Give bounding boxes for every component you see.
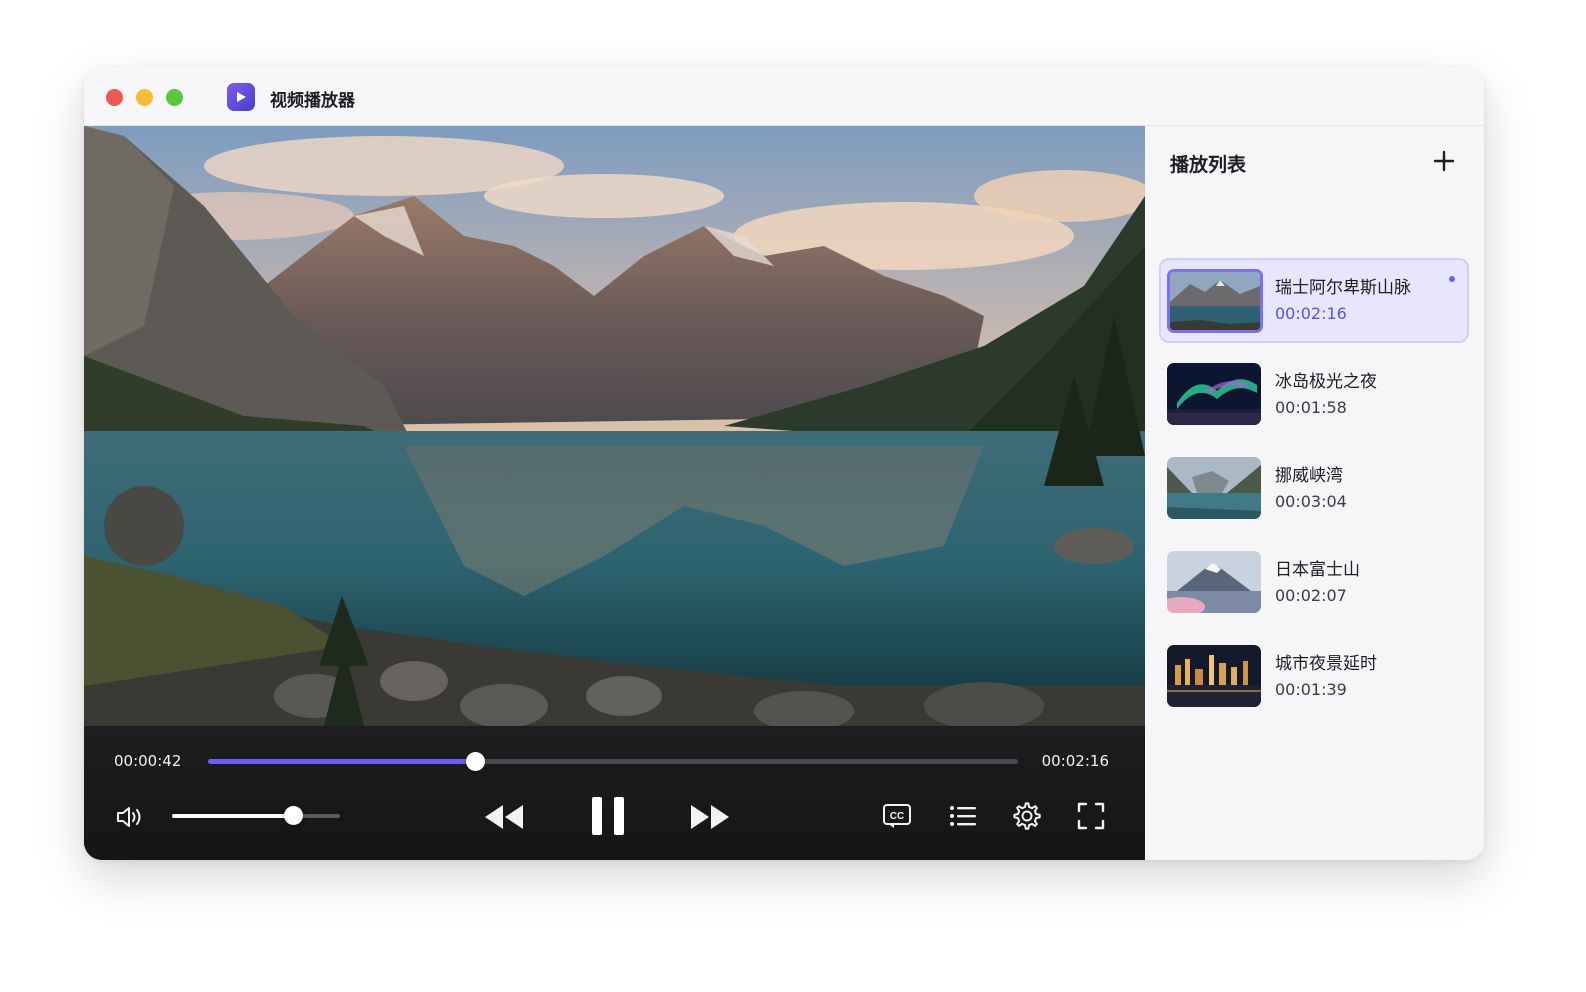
pause-icon (592, 797, 624, 835)
speaker-icon (117, 807, 141, 827)
thumbnail-alps (1167, 269, 1263, 333)
progress-fill (208, 759, 476, 764)
playlist-item[interactable]: 城市夜景延时 00:01:39 (1159, 634, 1469, 719)
app-window: 视频播放器 00:00:42 00:02:16 CC 播放列表 瑞士阿尔卑斯山脉… (84, 68, 1484, 860)
playlist-toggle-button[interactable] (946, 800, 980, 832)
play-triangle-icon (237, 92, 246, 102)
playlist-item[interactable]: 挪威峡湾 00:03:04 (1159, 446, 1469, 531)
add-video-button[interactable] (1431, 148, 1457, 174)
thumbnail-city (1167, 645, 1261, 707)
playlist-item-title: 日本富士山 (1275, 560, 1360, 580)
video-frame[interactable] (84, 126, 1145, 726)
volume-fill (172, 814, 293, 818)
playlist-item-title: 挪威峡湾 (1275, 466, 1343, 486)
thumbnail-fuji (1167, 551, 1261, 613)
cc-icon: CC (883, 804, 911, 828)
player-controls: 00:00:42 00:02:16 CC (84, 726, 1145, 860)
app-title: 视频播放器 (270, 91, 355, 111)
captions-button[interactable]: CC (880, 800, 914, 832)
playlist-item[interactable]: 冰岛极光之夜 00:01:58 (1159, 352, 1469, 437)
rewind-button[interactable] (480, 800, 526, 834)
list-icon (950, 806, 976, 826)
plus-icon (1433, 150, 1455, 172)
title-bar: 视频播放器 (84, 68, 1484, 126)
playlist-sidebar: 播放列表 瑞士阿尔卑斯山脉 00:02:16 冰岛极光之夜 00:01:58 挪… (1145, 126, 1484, 860)
playlist-item-title: 冰岛极光之夜 (1275, 372, 1377, 392)
fullscreen-button[interactable] (1074, 800, 1108, 832)
progress-bar[interactable] (208, 752, 1018, 771)
playlist-item-duration: 00:01:58 (1275, 398, 1347, 417)
progress-knob[interactable] (466, 752, 486, 771)
volume-button[interactable] (112, 802, 148, 832)
playlist-item-duration: 00:02:07 (1275, 586, 1347, 605)
playlist-item-title: 城市夜景延时 (1275, 654, 1377, 674)
playlist-title: 播放列表 (1170, 154, 1247, 176)
fast-forward-icon (691, 805, 729, 829)
playlist-item-duration: 00:01:39 (1275, 680, 1347, 699)
minimize-window-button[interactable] (136, 89, 153, 106)
fullscreen-icon (1077, 802, 1105, 830)
playlist-item-duration: 00:03:04 (1275, 492, 1347, 511)
svg-text:CC: CC (890, 811, 904, 822)
thumbnail-fjord (1167, 457, 1261, 519)
pause-button[interactable] (586, 792, 630, 840)
total-duration: 00:02:16 (1041, 752, 1109, 770)
current-time: 00:00:42 (114, 752, 182, 770)
close-window-button[interactable] (106, 89, 123, 106)
playlist-item-duration: 00:02:16 (1275, 304, 1347, 323)
gear-icon (1013, 802, 1041, 830)
maximize-window-button[interactable] (166, 89, 183, 106)
playlist-item[interactable]: 瑞士阿尔卑斯山脉 00:02:16 (1159, 258, 1469, 343)
thumbnail-aurora (1167, 363, 1261, 425)
playlist-item-title: 瑞士阿尔卑斯山脉 (1275, 278, 1411, 298)
app-icon (227, 83, 255, 111)
now-playing-indicator (1449, 276, 1455, 282)
volume-knob[interactable] (283, 806, 303, 825)
fast-forward-button[interactable] (688, 800, 734, 834)
volume-slider[interactable] (172, 806, 340, 825)
rewind-icon (485, 805, 523, 829)
settings-button[interactable] (1010, 799, 1044, 833)
playlist-item[interactable]: 日本富士山 00:02:07 (1159, 540, 1469, 625)
video-area[interactable]: 00:00:42 00:02:16 CC (84, 126, 1145, 860)
